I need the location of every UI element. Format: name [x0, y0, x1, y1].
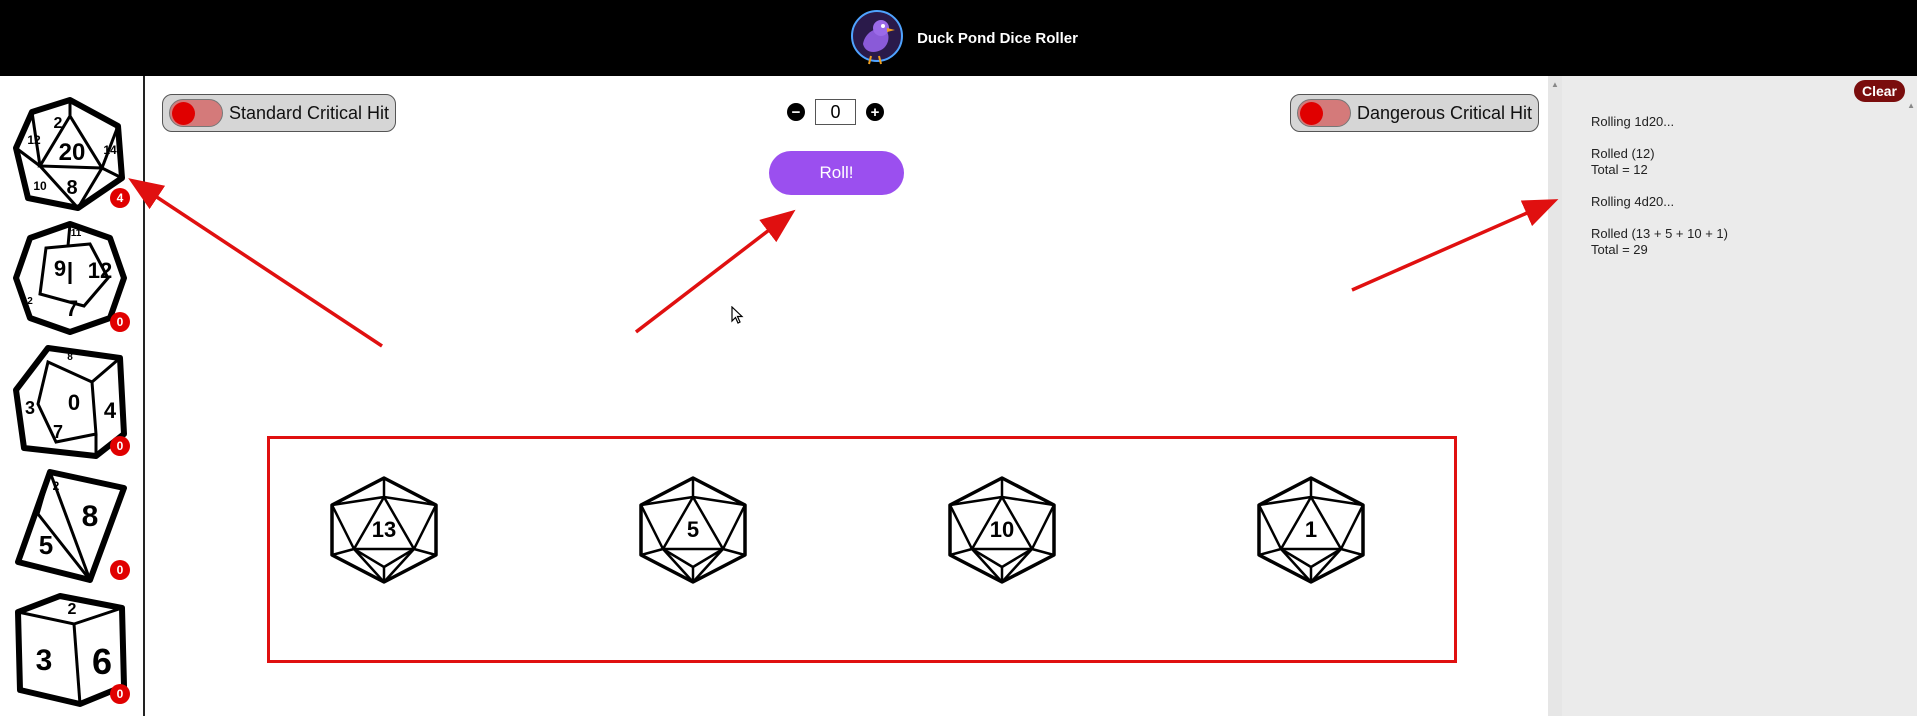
die-face-number: 8: [82, 500, 99, 533]
toggle-label: Standard Critical Hit: [229, 102, 390, 123]
result-value: 1: [1305, 517, 1317, 542]
die-face-number: 4: [104, 398, 117, 423]
d10-button[interactable]: 0 8 3 4 7 0: [10, 342, 130, 460]
modifier-input[interactable]: [815, 99, 856, 125]
d20-icon: 10: [948, 476, 1056, 584]
log-entry: Rolled (12) Total = 12: [1591, 146, 1891, 178]
log-text: Total = 12: [1591, 162, 1648, 177]
die-face-number: 12: [88, 258, 112, 283]
d20-icon: 1: [1257, 476, 1365, 584]
d20-icon: 13: [330, 476, 438, 584]
arrow-to-roll: [634, 209, 796, 334]
die-face-number: 8: [67, 352, 73, 363]
dice-sidebar: 20 2 12 14 8 10 4 9 12 11 7 2 0 0 8 3 4 …: [0, 76, 145, 716]
d20-icon: 5: [639, 476, 747, 584]
log-entry: Rolled (13 + 5 + 10 + 1) Total = 29: [1591, 226, 1891, 258]
toggle-label: Dangerous Critical Hit: [1357, 102, 1533, 123]
decrement-button[interactable]: −: [787, 103, 805, 121]
log-scrollbar[interactable]: ▲: [1548, 76, 1562, 716]
die-face-number: 14: [103, 143, 117, 157]
log-text: Total = 29: [1591, 242, 1648, 257]
die-face-number: 8: [66, 177, 77, 199]
d12-count-badge: 0: [110, 312, 130, 332]
result-value: 13: [372, 517, 396, 542]
arrow-to-log: [1351, 199, 1559, 292]
die-face-number: 3: [25, 398, 35, 418]
scroll-up-icon[interactable]: ▲: [1551, 80, 1559, 89]
d20-count-badge: 4: [110, 188, 130, 208]
die-face-number: 2: [27, 296, 33, 307]
clear-button[interactable]: Clear: [1853, 80, 1905, 102]
log-text: Rolling 4d20...: [1591, 194, 1675, 209]
die-face-number: 7: [53, 422, 63, 442]
die-face-number: 9: [54, 256, 66, 281]
d10-count-badge: 0: [110, 436, 130, 456]
die-face-number: 7: [66, 296, 78, 321]
d6-button[interactable]: 2 3 6 0: [10, 590, 130, 708]
roll-log-panel: ▲ ▲ Clear Rolling 1d20... Rolled (12) To…: [1548, 76, 1917, 716]
toggle-switch[interactable]: [169, 99, 223, 127]
increment-button[interactable]: +: [866, 103, 884, 121]
modifier-control: − +: [787, 99, 884, 125]
roll-button[interactable]: Roll!: [769, 151, 904, 195]
mouse-cursor-icon: [731, 306, 744, 324]
brand: Duck Pond Dice Roller: [849, 6, 1078, 70]
result-value: 5: [687, 517, 699, 542]
d8-count-badge: 0: [110, 560, 130, 580]
die-face-number: 20: [59, 139, 86, 166]
die-face-number: 2: [54, 115, 63, 132]
log-text: Rolling 1d20...: [1591, 114, 1675, 129]
result-die: 13: [328, 475, 440, 585]
results-area: 13 5 10 1: [267, 436, 1457, 663]
die-face-number: 2: [53, 479, 60, 493]
d6-count-badge: 0: [110, 684, 130, 704]
standard-critical-toggle[interactable]: Standard Critical Hit: [162, 94, 397, 132]
app-header: Duck Pond Dice Roller: [0, 0, 1917, 76]
result-value: 10: [990, 517, 1014, 542]
result-die: 10: [946, 475, 1058, 585]
result-die: 5: [637, 475, 749, 585]
die-face-number: 12: [27, 133, 41, 147]
dangerous-critical-toggle[interactable]: Dangerous Critical Hit: [1290, 94, 1540, 132]
die-face-number: 3: [36, 644, 53, 677]
toggle-knob: [1300, 102, 1323, 125]
d20-button[interactable]: 20 2 12 14 8 10 4: [10, 94, 130, 212]
die-face-number: 11: [71, 228, 82, 239]
app-title: Duck Pond Dice Roller: [917, 29, 1078, 47]
toggle-knob: [172, 102, 195, 125]
die-face-number: 0: [68, 390, 80, 415]
die-face-number: 6: [92, 641, 112, 682]
duck-logo-icon: [851, 10, 904, 65]
toggle-switch[interactable]: [1297, 99, 1351, 127]
d8-button[interactable]: 2 8 5 0: [10, 466, 130, 584]
log-entry: Rolling 1d20...: [1591, 114, 1891, 130]
scroll-up-icon[interactable]: ▲: [1907, 101, 1915, 110]
die-face-number: 10: [33, 179, 47, 193]
d12-button[interactable]: 9 12 11 7 2 0: [10, 218, 130, 336]
result-die: 1: [1255, 475, 1367, 585]
log-entries: Rolling 1d20... Rolled (12) Total = 12 R…: [1591, 114, 1891, 274]
log-entry: Rolling 4d20...: [1591, 194, 1891, 210]
log-text: Rolled (13 + 5 + 10 + 1): [1591, 226, 1728, 241]
log-text: Rolled (12): [1591, 146, 1655, 161]
die-face-number: 5: [39, 530, 53, 560]
arrow-to-dice: [128, 178, 383, 348]
die-face-number: 2: [68, 601, 77, 618]
